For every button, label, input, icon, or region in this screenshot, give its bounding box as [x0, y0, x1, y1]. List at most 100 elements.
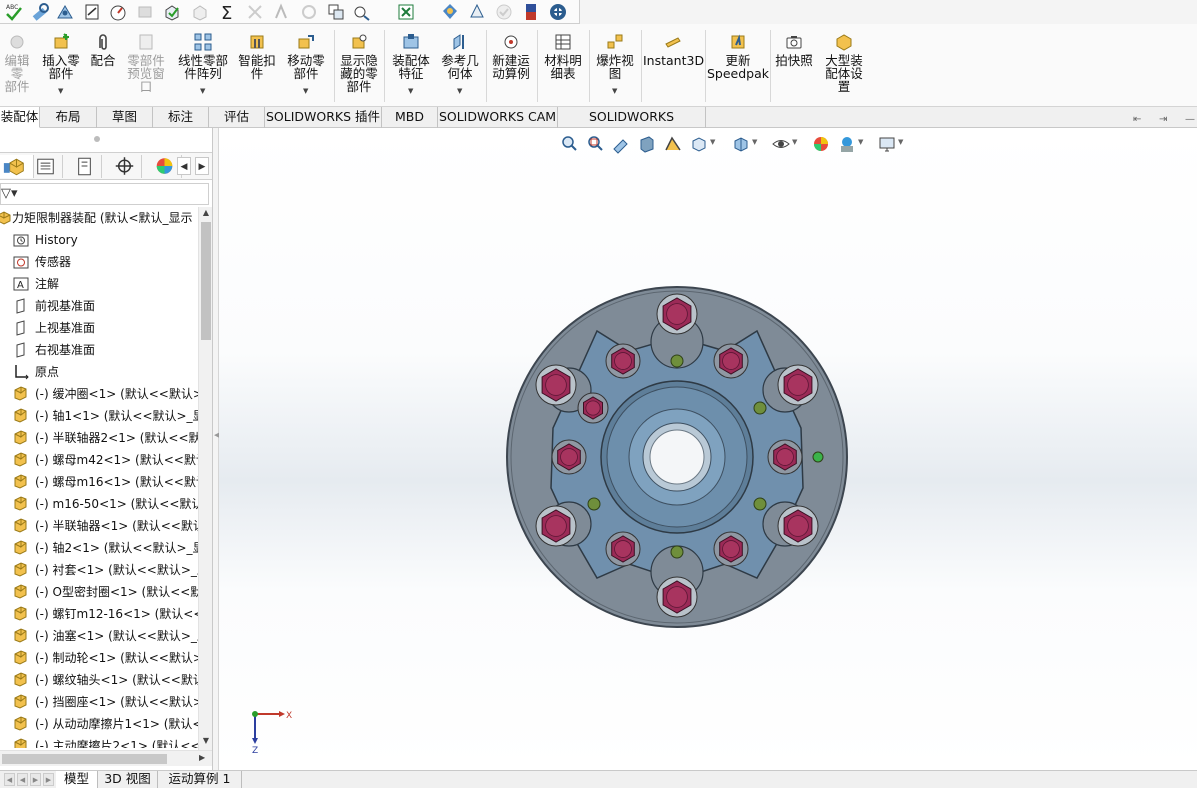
- tree-item[interactable]: (-) 主动摩擦片2<1> (默认<<: [0, 735, 198, 748]
- minimize-icon[interactable]: —: [1185, 114, 1195, 125]
- chevron-down-icon[interactable]: ▼: [457, 85, 462, 98]
- tree-item[interactable]: (-) 挡圈座<1> (默认<<默认>: [0, 691, 198, 713]
- tree-item[interactable]: (-) 半联轴器<1> (默认<<默认: [0, 515, 198, 537]
- scroll-thumb[interactable]: [2, 754, 167, 764]
- tree-item[interactable]: (-) 轴2<1> (默认<<默认>_显: [0, 537, 198, 559]
- reference-geometry-button[interactable]: 参考几 何体 ▼: [437, 32, 483, 104]
- tree-item[interactable]: (-) 螺纹轴头<1> (默认<<默认: [0, 669, 198, 691]
- section-view-icon[interactable]: [637, 134, 657, 154]
- previous-view-icon[interactable]: [611, 134, 631, 154]
- chevron-down-icon[interactable]: ▼: [710, 138, 715, 146]
- tree-item[interactable]: (-) 轴1<1> (默认<<默认>_显: [0, 405, 198, 427]
- tab-markup[interactable]: 标注: [153, 107, 209, 128]
- display-style-icon[interactable]: [731, 134, 751, 154]
- tree-item[interactable]: 右视基准面: [0, 339, 198, 361]
- assembly-feature-button[interactable]: 装配体 特征 ▼: [387, 32, 435, 104]
- tab-solidworks-addins[interactable]: SOLIDWORKS 插件: [265, 107, 382, 128]
- dimxpert-tab-icon[interactable]: [108, 155, 142, 178]
- tab-evaluate[interactable]: 评估: [209, 107, 265, 128]
- scroll-right-icon[interactable]: ▶: [199, 753, 205, 762]
- tree-item[interactable]: (-) 衬套<1> (默认<<默认>_显: [0, 559, 198, 581]
- tab-layout[interactable]: 布局: [40, 107, 97, 128]
- render-icon-2[interactable]: [467, 2, 487, 22]
- render-icon[interactable]: [440, 2, 460, 22]
- graphics-area[interactable]: ▼ ▼ ▼ ▼ ▼ X Z: [219, 128, 1197, 770]
- panel-collapse-right-icon[interactable]: ⇥: [1159, 114, 1167, 125]
- tree-item[interactable]: (-) 油塞<1> (默认<<默认>_显: [0, 625, 198, 647]
- bom-button[interactable]: 材料明 细表: [540, 32, 586, 104]
- chevron-down-icon[interactable]: ▼: [858, 138, 863, 146]
- tree-item[interactable]: (-) m16-50<1> (默认<<默认: [0, 493, 198, 515]
- performance-icon[interactable]: [108, 2, 128, 22]
- mass-properties-icon[interactable]: [55, 2, 75, 22]
- chevron-down-icon[interactable]: ▼: [408, 85, 413, 98]
- instant3d-button[interactable]: Instant3D: [643, 32, 704, 104]
- show-hidden-components-button[interactable]: 显示隐 藏的零 部件: [336, 32, 382, 104]
- excel-icon[interactable]: [396, 2, 416, 22]
- tab-model[interactable]: 模型: [56, 771, 98, 788]
- chevron-down-icon[interactable]: ▼: [898, 138, 903, 146]
- tree-item[interactable]: 传感器: [0, 251, 198, 273]
- tabs-scroll-left-icon[interactable]: ◀: [177, 157, 191, 175]
- tree-item[interactable]: (-) 螺母m16<1> (默认<<默认: [0, 471, 198, 493]
- scroll-up-icon[interactable]: ▲: [201, 208, 211, 220]
- section-icon[interactable]: [82, 2, 102, 22]
- tab-solidworks-cam[interactable]: SOLIDWORKS CAM: [438, 107, 558, 128]
- new-motion-study-button[interactable]: 新建运 动算例: [488, 32, 534, 104]
- sum-icon[interactable]: Σ: [218, 2, 238, 22]
- tab-assembly[interactable]: 装配体: [0, 107, 40, 128]
- tree-item[interactable]: (-) 缓冲圈<1> (默认<<默认>: [0, 383, 198, 405]
- tree-item[interactable]: 前视基准面: [0, 295, 198, 317]
- last-tab-icon[interactable]: ▶: [43, 773, 54, 786]
- scroll-thumb[interactable]: [201, 222, 211, 340]
- chevron-down-icon[interactable]: ▼: [612, 85, 617, 98]
- update-speedpak-button[interactable]: 更新 Speedpak: [707, 32, 769, 104]
- tree-item[interactable]: (-) 半联轴器2<1> (默认<<默: [0, 427, 198, 449]
- check-icon[interactable]: [162, 2, 182, 22]
- zoom-to-fit-icon[interactable]: [559, 134, 579, 154]
- view-settings-icon[interactable]: [877, 134, 897, 154]
- assembly-model-view[interactable]: [219, 128, 1197, 770]
- tree-item[interactable]: (-) O型密封圈<1> (默认<<默: [0, 581, 198, 603]
- apply-scene-icon[interactable]: [837, 134, 857, 154]
- material-icon[interactable]: [521, 2, 541, 22]
- replace-icon[interactable]: [326, 2, 346, 22]
- panel-collapse-left-icon[interactable]: ⇤: [1133, 114, 1141, 125]
- chevron-down-icon[interactable]: ▼: [752, 138, 757, 146]
- first-tab-icon[interactable]: ◀: [4, 773, 15, 786]
- measure-icon[interactable]: [30, 2, 50, 22]
- filter-icon[interactable]: ▽▾: [1, 186, 18, 201]
- tab-sketch[interactable]: 草图: [97, 107, 153, 128]
- options-icon[interactable]: [548, 2, 568, 22]
- spell-check-icon[interactable]: ABC: [4, 2, 24, 22]
- dynamic-annotation-icon[interactable]: [663, 134, 683, 154]
- chevron-down-icon[interactable]: ▼: [200, 85, 205, 98]
- mate-button[interactable]: 配合: [86, 32, 120, 104]
- insert-component-button[interactable]: 插入零 部件 ▼: [38, 32, 84, 104]
- prev-tab-icon[interactable]: ◀: [17, 773, 28, 786]
- edit-appearance-icon[interactable]: [811, 134, 831, 154]
- chevron-down-icon[interactable]: ▼: [303, 85, 308, 98]
- tab-motion-study-1[interactable]: 运动算例 1: [158, 771, 242, 788]
- tree-item[interactable]: (-) 螺母m42<1> (默认<<默认: [0, 449, 198, 471]
- chevron-down-icon[interactable]: ▼: [58, 85, 63, 98]
- panel-handle[interactable]: [94, 136, 100, 142]
- scroll-down-icon[interactable]: ▼: [201, 736, 211, 748]
- tab-mbd[interactable]: MBD: [382, 107, 438, 128]
- configuration-manager-tab-icon[interactable]: [68, 155, 102, 178]
- tree-item[interactable]: 原点: [0, 361, 198, 383]
- tree-item[interactable]: History: [0, 229, 198, 251]
- property-manager-tab-icon[interactable]: [29, 155, 63, 178]
- exploded-view-button[interactable]: 爆炸视 图 ▼: [592, 32, 638, 104]
- tree-horizontal-scrollbar[interactable]: ▶: [0, 750, 212, 766]
- tree-root-assembly[interactable]: 力矩限制器装配 (默认<默认_显示: [0, 207, 198, 229]
- tree-item[interactable]: A 注解: [0, 273, 198, 295]
- hide-show-icon[interactable]: [771, 134, 791, 154]
- component-preview-button[interactable]: 零部件 预览窗 口: [122, 32, 170, 104]
- view-orientation-icon[interactable]: [689, 134, 709, 154]
- tab-solidworks-inspection[interactable]: SOLIDWORKS Inspection: [558, 107, 706, 144]
- smart-fastener-button[interactable]: 智能扣 件: [235, 32, 279, 104]
- move-component-button[interactable]: 移动零 部件 ▼: [282, 32, 330, 104]
- snapshot-button[interactable]: 拍快照: [772, 32, 816, 104]
- tree-item[interactable]: (-) 螺钉m12-16<1> (默认<<: [0, 603, 198, 625]
